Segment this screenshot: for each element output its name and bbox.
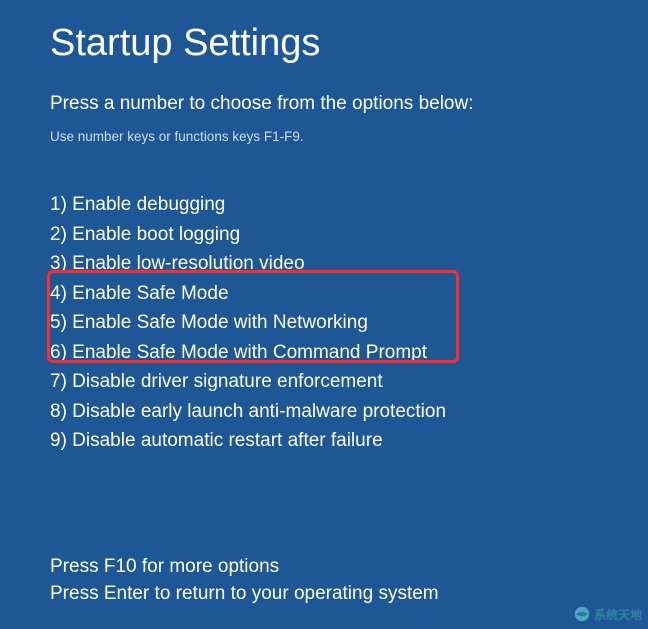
option-9-disable-auto-restart[interactable]: 9) Disable automatic restart after failu… — [50, 426, 598, 456]
footer-return: Press Enter to return to your operating … — [50, 580, 439, 607]
options-list: 1) Enable debugging 2) Enable boot loggi… — [50, 190, 598, 456]
startup-settings-screen: Startup Settings Press a number to choos… — [0, 0, 648, 456]
page-title: Startup Settings — [50, 22, 598, 65]
option-7-disable-driver-signature[interactable]: 7) Disable driver signature enforcement — [50, 367, 598, 397]
instruction-text: Press a number to choose from the option… — [50, 93, 598, 115]
option-3-low-resolution[interactable]: 3) Enable low-resolution video — [50, 249, 598, 279]
option-4-safe-mode[interactable]: 4) Enable Safe Mode — [50, 279, 598, 309]
option-6-safe-mode-command-prompt[interactable]: 6) Enable Safe Mode with Command Prompt — [50, 338, 598, 368]
watermark: 系统天地 — [573, 605, 642, 623]
watermark-text: 系统天地 — [594, 606, 642, 623]
globe-icon — [573, 605, 591, 623]
option-1-debugging[interactable]: 1) Enable debugging — [50, 190, 598, 220]
option-5-safe-mode-networking[interactable]: 5) Enable Safe Mode with Networking — [50, 308, 598, 338]
footer-more-options: Press F10 for more options — [50, 553, 439, 580]
option-8-disable-anti-malware[interactable]: 8) Disable early launch anti-malware pro… — [50, 397, 598, 427]
option-2-boot-logging[interactable]: 2) Enable boot logging — [50, 220, 598, 250]
keys-hint: Use number keys or functions keys F1-F9. — [50, 129, 598, 144]
footer-instructions: Press F10 for more options Press Enter t… — [50, 553, 439, 607]
